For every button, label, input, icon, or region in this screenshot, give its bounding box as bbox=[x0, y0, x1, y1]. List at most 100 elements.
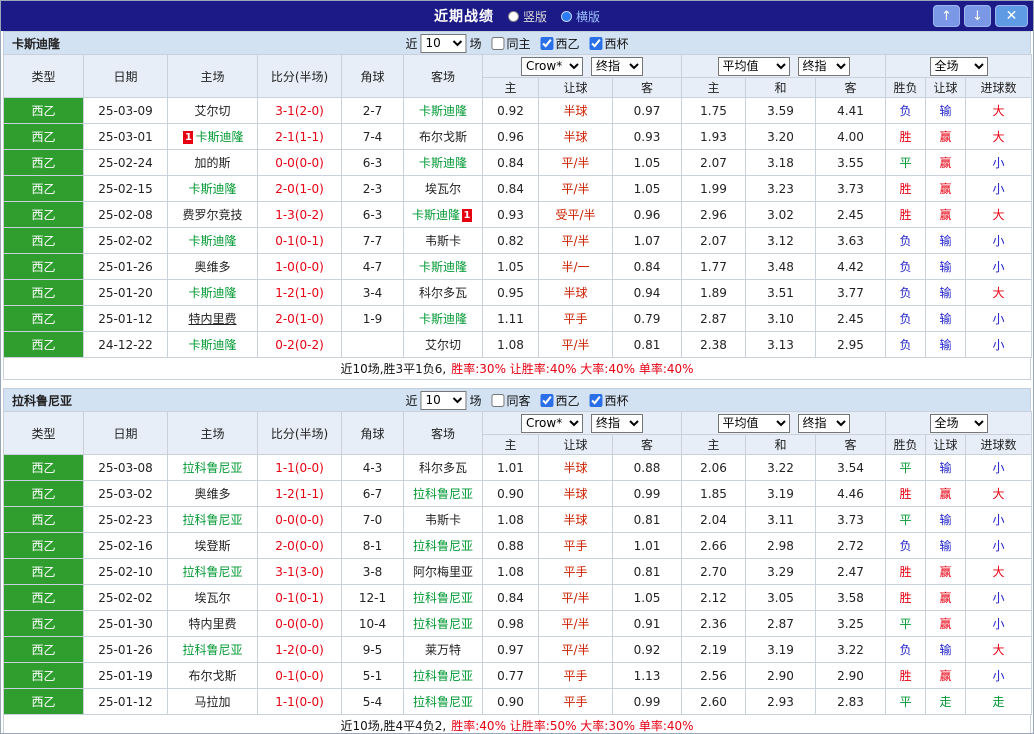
home-team-cell[interactable]: 特内里费 bbox=[167, 610, 258, 637]
away-team-name: 卡斯迪隆 bbox=[418, 312, 467, 326]
avg-away-cell: 3.77 bbox=[814, 279, 887, 306]
home-team-cell[interactable]: 埃瓦尔 bbox=[167, 584, 258, 611]
away-team-cell[interactable]: 莱万特 bbox=[403, 636, 483, 663]
away-team-cell[interactable]: 拉科鲁尼亚 bbox=[403, 688, 483, 715]
home-team-cell[interactable]: 拉科鲁尼亚 bbox=[167, 636, 258, 663]
avg-draw-cell: 3.18 bbox=[745, 149, 816, 176]
league-checkbox[interactable] bbox=[540, 393, 554, 407]
away-team-cell[interactable]: 科尔多瓦 bbox=[403, 454, 483, 481]
home-odds-cell: 0.90 bbox=[482, 688, 539, 715]
home-team-name: 拉科鲁尼亚 bbox=[182, 643, 243, 657]
odds-type-select[interactable]: 终指 bbox=[591, 413, 643, 433]
home-team-cell[interactable]: 拉科鲁尼亚 bbox=[167, 558, 258, 585]
away-team-name: 韦斯卡 bbox=[424, 513, 461, 527]
home-team-cell[interactable]: 卡斯迪隆 bbox=[167, 331, 258, 358]
avg-odds-select[interactable]: 平均值 bbox=[717, 56, 790, 76]
col-header-result: 胜负 bbox=[885, 77, 927, 98]
away-team-cell[interactable]: 卡斯迪隆 1 bbox=[403, 201, 483, 228]
avg-odds-select[interactable]: 平均值 bbox=[717, 413, 790, 433]
away-team-cell[interactable]: 拉科鲁尼亚 bbox=[403, 610, 483, 637]
cup-checkbox-label[interactable]: 西杯 bbox=[583, 392, 629, 409]
home-team-cell[interactable]: 布尔戈斯 bbox=[167, 662, 258, 689]
result-cell: 胜 bbox=[885, 558, 927, 585]
date-cell: 25-03-01 bbox=[83, 123, 168, 150]
home-team-cell[interactable]: 马拉加 bbox=[167, 688, 258, 715]
cup-checkbox[interactable] bbox=[589, 36, 603, 50]
corners-cell: 4-7 bbox=[341, 253, 404, 280]
score-cell: 0-0(0-0) bbox=[257, 610, 342, 637]
away-team-cell[interactable]: 拉科鲁尼亚 bbox=[403, 662, 483, 689]
horizontal-layout-radio[interactable]: 横版 bbox=[561, 8, 600, 25]
home-team-cell[interactable]: 费罗尔竞技 bbox=[167, 201, 258, 228]
league-checkbox-label[interactable]: 西乙 bbox=[534, 392, 580, 409]
move-up-button[interactable]: ↑ bbox=[933, 5, 960, 27]
avg-home-cell: 1.89 bbox=[681, 279, 746, 306]
away-team-cell[interactable]: 阿尔梅里亚 bbox=[403, 558, 483, 585]
away-team-cell[interactable]: 埃瓦尔 bbox=[403, 175, 483, 202]
same-venue-checkbox-label[interactable]: 同主 bbox=[484, 35, 531, 52]
cup-checkbox[interactable] bbox=[589, 393, 603, 407]
avg-home-cell: 2.70 bbox=[681, 558, 746, 585]
same-venue-checkbox-label[interactable]: 同客 bbox=[484, 392, 531, 409]
handicap-result-cell: 赢 bbox=[925, 123, 967, 150]
odds-company-select[interactable]: Crow* bbox=[521, 56, 583, 76]
home-team-cell[interactable]: 埃登斯 bbox=[167, 532, 258, 559]
col-header-corner: 角球 bbox=[341, 54, 404, 98]
away-team-cell[interactable]: 拉科鲁尼亚 bbox=[403, 480, 483, 507]
away-team-cell[interactable]: 卡斯迪隆 bbox=[403, 253, 483, 280]
home-team-cell[interactable]: 艾尔切 bbox=[167, 97, 258, 124]
corners-cell: 2-3 bbox=[341, 175, 404, 202]
odds-company-select[interactable]: Crow* bbox=[521, 413, 583, 433]
away-team-cell[interactable]: 韦斯卡 bbox=[403, 227, 483, 254]
match-row: 西乙 25-02-24 加的斯 0-0(0-0) 6-3 卡斯迪隆 0.84 平/半 1.05 2… bbox=[3, 149, 1033, 176]
match-row: 西乙 25-02-08 费罗尔竞技 1-3(0-2) 6-3 卡斯迪隆 1 0.93 受平/半 0… bbox=[3, 201, 1033, 228]
same-venue-checkbox[interactable] bbox=[491, 393, 505, 407]
home-team-cell[interactable]: 卡斯迪隆 bbox=[167, 227, 258, 254]
avg-type-select[interactable]: 终指 bbox=[797, 56, 850, 76]
home-team-cell[interactable]: 奥维多 bbox=[167, 480, 258, 507]
away-team-cell[interactable]: 卡斯迪隆 bbox=[403, 97, 483, 124]
scope-select[interactable]: 全场 bbox=[929, 413, 988, 433]
league-checkbox-label[interactable]: 西乙 bbox=[534, 35, 580, 52]
away-team-cell[interactable]: 艾尔切 bbox=[403, 331, 483, 358]
away-odds-cell: 1.13 bbox=[612, 662, 682, 689]
away-team-cell[interactable]: 布尔戈斯 bbox=[403, 123, 483, 150]
match-count-select[interactable]: 10 bbox=[420, 33, 467, 53]
away-team-cell[interactable]: 拉科鲁尼亚 bbox=[403, 532, 483, 559]
move-down-button[interactable]: ↓ bbox=[964, 5, 991, 27]
away-team-cell[interactable]: 科尔多瓦 bbox=[403, 279, 483, 306]
home-team-cell[interactable]: 奥维多 bbox=[167, 253, 258, 280]
avg-type-select[interactable]: 终指 bbox=[797, 413, 850, 433]
away-odds-cell: 0.97 bbox=[612, 97, 682, 124]
same-venue-checkbox[interactable] bbox=[491, 36, 505, 50]
result-cell: 胜 bbox=[885, 584, 927, 611]
home-team-cell[interactable]: 特内里费 bbox=[167, 305, 258, 332]
away-team-cell[interactable]: 拉科鲁尼亚 bbox=[403, 584, 483, 611]
vertical-layout-radio[interactable]: 竖版 bbox=[507, 8, 547, 25]
match-count-select[interactable]: 10 bbox=[420, 390, 467, 410]
away-team-cell[interactable]: 韦斯卡 bbox=[403, 506, 483, 533]
handicap-result-cell: 赢 bbox=[925, 201, 967, 228]
home-odds-cell: 0.97 bbox=[482, 636, 539, 663]
home-team-cell[interactable]: 拉科鲁尼亚 bbox=[167, 506, 258, 533]
summary-record: 近10场,胜4平4负2, bbox=[340, 719, 447, 733]
home-team-cell[interactable]: 拉科鲁尼亚 bbox=[167, 454, 258, 481]
match-row: 西乙 25-01-26 拉科鲁尼亚 1-2(0-0) 9-5 莱万特 0.97 平/半 0.92… bbox=[3, 636, 1033, 663]
recent-form-table: 类型 日期 主场 比分(半场) 角球 客场 Crow* 终指 平均值 终指 全场… bbox=[3, 411, 1033, 715]
handicap-result-cell: 赢 bbox=[925, 480, 967, 507]
date-cell: 25-02-23 bbox=[83, 506, 168, 533]
away-team-cell[interactable]: 卡斯迪隆 bbox=[403, 149, 483, 176]
home-team-cell[interactable]: 1 卡斯迪隆 bbox=[167, 123, 258, 150]
home-team-cell[interactable]: 加的斯 bbox=[167, 149, 258, 176]
scope-select[interactable]: 全场 bbox=[929, 56, 988, 76]
home-team-cell[interactable]: 卡斯迪隆 bbox=[167, 175, 258, 202]
result-cell: 负 bbox=[885, 253, 927, 280]
league-checkbox[interactable] bbox=[540, 36, 554, 50]
close-button[interactable]: ✕ bbox=[995, 5, 1028, 27]
filter-controls: 近 10 场 同客 西乙 西杯 bbox=[405, 390, 629, 410]
cup-checkbox-label[interactable]: 西杯 bbox=[583, 35, 629, 52]
handicap-result-cell: 输 bbox=[925, 253, 967, 280]
away-team-cell[interactable]: 卡斯迪隆 bbox=[403, 305, 483, 332]
home-team-cell[interactable]: 卡斯迪隆 bbox=[167, 279, 258, 306]
odds-type-select[interactable]: 终指 bbox=[591, 56, 643, 76]
